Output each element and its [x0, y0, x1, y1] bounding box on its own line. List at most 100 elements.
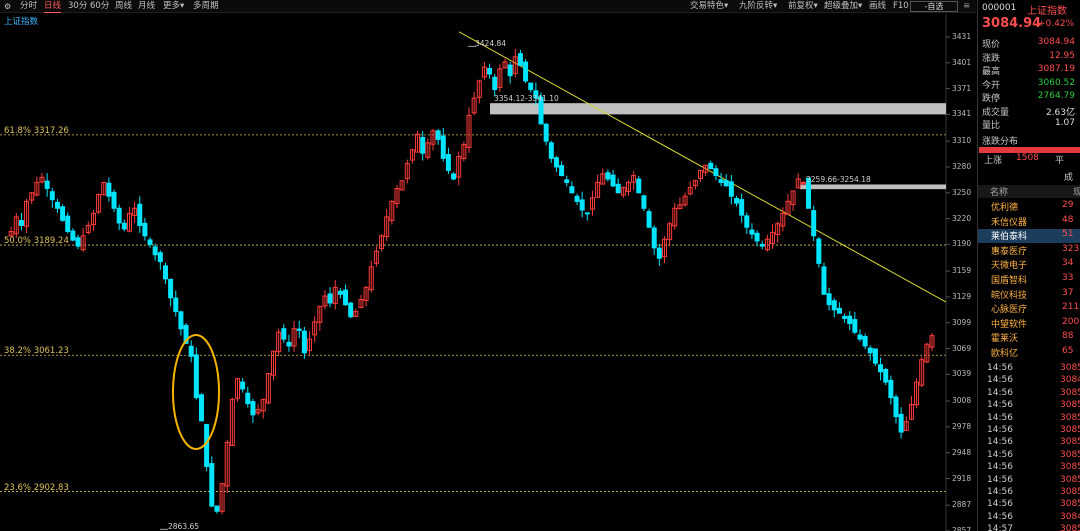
- candle-body: [44, 180, 50, 189]
- constituent-row[interactable]: 国盾智科 33: [978, 273, 1080, 287]
- tick-price: 3085: [1060, 474, 1080, 485]
- constituent-row[interactable]: 莱伯泰科 51: [978, 229, 1080, 244]
- period-tab-daily[interactable]: 日线: [44, 1, 62, 13]
- adjust-label: 前复权: [788, 1, 814, 11]
- draw-line-button[interactable]: 画线: [869, 1, 886, 12]
- constituent-row[interactable]: 心脉医疗 211: [978, 302, 1080, 316]
- y-tick-label: 3099: [952, 317, 972, 327]
- tick-price: 3084: [1060, 375, 1080, 386]
- constituent-row[interactable]: 优利德 29: [978, 200, 1080, 214]
- candle-body: [569, 186, 575, 194]
- constituent-price: 88: [1062, 331, 1074, 342]
- constituent-price: 29: [1062, 200, 1074, 210]
- candle-body: [744, 215, 750, 228]
- y-tick-label: 3190: [952, 239, 972, 249]
- tick-row: 14:56 3085: [978, 363, 1080, 375]
- flat-label: 平: [1055, 156, 1065, 166]
- tick-time: 14:56: [987, 412, 1013, 423]
- overlay-dropdown[interactable]: 超级叠加▾: [824, 1, 862, 12]
- fib-label-236: 23.6% 2902.83: [4, 483, 69, 493]
- candle-body: [728, 181, 734, 197]
- constituent-row[interactable]: 中望软件 200: [978, 317, 1080, 331]
- constituent-name: 中望软件: [991, 319, 1028, 330]
- multi-period-button[interactable]: 多周期: [193, 1, 219, 12]
- constituent-row[interactable]: 惠泰医疗 323: [978, 244, 1080, 258]
- constituent-row[interactable]: 霍莱沃 88: [978, 331, 1080, 345]
- candle-body: [528, 82, 534, 90]
- constituent-name: 莱伯泰科: [991, 232, 1028, 243]
- candle-body: [826, 293, 832, 306]
- tick-time: 14:56: [987, 387, 1013, 398]
- candle-body: [18, 219, 24, 226]
- constituent-name: 惠泰医疗: [991, 246, 1028, 257]
- candle-body: [337, 290, 343, 295]
- quote-panel: 000001 上证指数 3084.94 +0.42% 现价 3084.94 涨跌 12…: [977, 0, 1080, 531]
- constituent-row[interactable]: 天微电子 34: [978, 258, 1080, 272]
- quote-key: 涨跌: [982, 53, 1001, 64]
- fib-label-500: 50.0% 3189.24: [4, 236, 69, 246]
- menu-icon[interactable]: ≡: [963, 1, 970, 12]
- constituent-row[interactable]: 皖仪科技 37: [978, 288, 1080, 302]
- tick-time: 14:56: [987, 499, 1013, 510]
- candle-body: [487, 68, 493, 75]
- y-tick-label: 2948: [952, 447, 972, 457]
- tick-time: 14:57: [987, 524, 1013, 531]
- candle-body: [723, 180, 729, 187]
- candle-body: [548, 142, 554, 159]
- period-tab-minute[interactable]: 分时: [20, 1, 37, 12]
- candle-body: [301, 330, 307, 354]
- candle-body: [245, 392, 251, 405]
- candle-body: [343, 289, 349, 306]
- chart-canvas[interactable]: [0, 14, 976, 531]
- constituent-price: 48: [1062, 214, 1074, 225]
- y-tick-label: 3371: [952, 83, 972, 93]
- constituent-name: 优利德: [991, 203, 1019, 213]
- candle-body: [435, 130, 441, 140]
- f10-button[interactable]: F10: [893, 1, 909, 12]
- trade-feature-dropdown[interactable]: 交易特色▾: [690, 1, 728, 12]
- candle-body: [816, 238, 822, 264]
- y-tick-label: 3159: [952, 266, 972, 276]
- period-tab-30min[interactable]: 30分: [68, 1, 87, 12]
- candle-body: [636, 178, 642, 194]
- candle-body: [754, 232, 760, 242]
- quote-key: 跌停: [982, 94, 1001, 104]
- settings-icon[interactable]: ⚙: [4, 1, 11, 12]
- y-tick-label: 3129: [952, 291, 972, 301]
- tick-time: 14:56: [987, 487, 1013, 497]
- candle-body: [75, 237, 81, 247]
- tick-row: 14:56 3085: [978, 388, 1080, 400]
- period-tab-60min[interactable]: 60分: [90, 1, 109, 12]
- candle-body: [610, 174, 616, 187]
- candle-body: [718, 179, 724, 183]
- candle-body: [517, 53, 523, 66]
- period-tab-weekly[interactable]: 周线: [115, 1, 132, 12]
- candle-body: [888, 379, 894, 399]
- y-tick-label: 3341: [952, 109, 972, 119]
- candle-body: [173, 297, 179, 313]
- tick-row: 14:56 3085: [978, 475, 1080, 487]
- constituent-name: 欧科亿: [991, 349, 1019, 359]
- y-tick-label: 3310: [952, 136, 972, 146]
- quote-key: 现价: [982, 40, 1001, 50]
- candle-body: [445, 154, 451, 171]
- more-periods-dropdown[interactable]: 更多▾: [163, 1, 184, 12]
- tick-price: 3085: [1060, 412, 1080, 423]
- adjust-dropdown[interactable]: 前复权▾: [788, 1, 818, 12]
- candle-body: [327, 293, 333, 304]
- self-select-button[interactable]: -自选: [910, 1, 958, 12]
- candle-body: [893, 396, 899, 418]
- nine-reversal-label: 九阶反转: [739, 1, 774, 11]
- tick-price: 3085: [1060, 524, 1080, 531]
- constituent-name: 霍莱沃: [991, 334, 1019, 345]
- zone2-annotation: 3259.66-3254.18: [806, 175, 871, 184]
- constituent-row[interactable]: 欧科亿 65: [978, 346, 1080, 360]
- period-tab-monthly[interactable]: 月线: [138, 1, 155, 12]
- y-tick-label: 3008: [952, 396, 972, 406]
- nine-reversal-dropdown[interactable]: 九阶反转▾: [739, 1, 777, 12]
- candlestick-chart[interactable]: 61.8% 3317.26 50.0% 3189.24 38.2% 3061.2…: [0, 14, 976, 531]
- tick-price: 3085: [1060, 387, 1080, 398]
- constituent-row[interactable]: 禾信仪器 48: [978, 215, 1080, 229]
- constituent-price: 323: [1062, 243, 1080, 254]
- stock-name: 上证指数: [1027, 6, 1067, 17]
